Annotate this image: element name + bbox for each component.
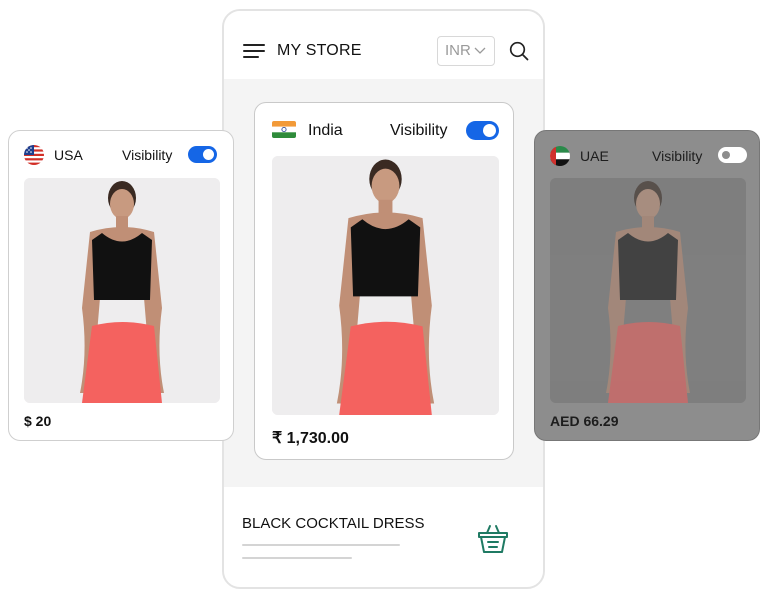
uae-flag-icon [550, 146, 570, 166]
country-label: India [308, 122, 343, 139]
model-illustration [550, 178, 746, 403]
product-image [550, 178, 746, 403]
visibility-label: Visibility [390, 122, 448, 139]
hamburger-icon[interactable] [243, 44, 265, 58]
country-card-uae: UAE Visibility AED 66.29 [534, 130, 760, 441]
visibility-label: Visibility [652, 148, 703, 164]
product-name: BLACK COCKTAIL DRESS [242, 515, 425, 532]
country-label: UAE [580, 148, 609, 164]
us-flag-icon [24, 145, 44, 165]
visibility-label: Visibility [122, 147, 173, 163]
visibility-toggle[interactable] [466, 121, 499, 140]
price-label: AED 66.29 [550, 413, 619, 429]
country-label: USA [54, 147, 83, 163]
currency-select[interactable]: INR [437, 36, 495, 66]
store-header: MY STORE INR [224, 11, 543, 79]
product-image [272, 156, 499, 415]
store-title: MY STORE [277, 42, 362, 59]
visibility-toggle[interactable] [718, 147, 747, 163]
chevron-down-icon [474, 47, 486, 54]
price-label: $ 20 [24, 413, 52, 429]
visibility-toggle[interactable] [188, 146, 217, 163]
price-label: ₹ 1,730.00 [272, 430, 349, 447]
country-card-usa: USA Visibility $ 20 [8, 130, 234, 441]
model-illustration [24, 178, 220, 403]
search-icon[interactable] [508, 40, 530, 62]
product-image [24, 178, 220, 403]
india-flag-icon [272, 121, 296, 138]
basket-icon[interactable] [476, 523, 510, 555]
placeholder-line [242, 544, 400, 546]
country-card-india: India Visibility ₹ 1,730.00 [254, 102, 514, 460]
placeholder-line [242, 557, 352, 559]
model-illustration [272, 156, 499, 415]
currency-value: INR [445, 42, 471, 59]
product-info: BLACK COCKTAIL DRESS [224, 487, 543, 587]
